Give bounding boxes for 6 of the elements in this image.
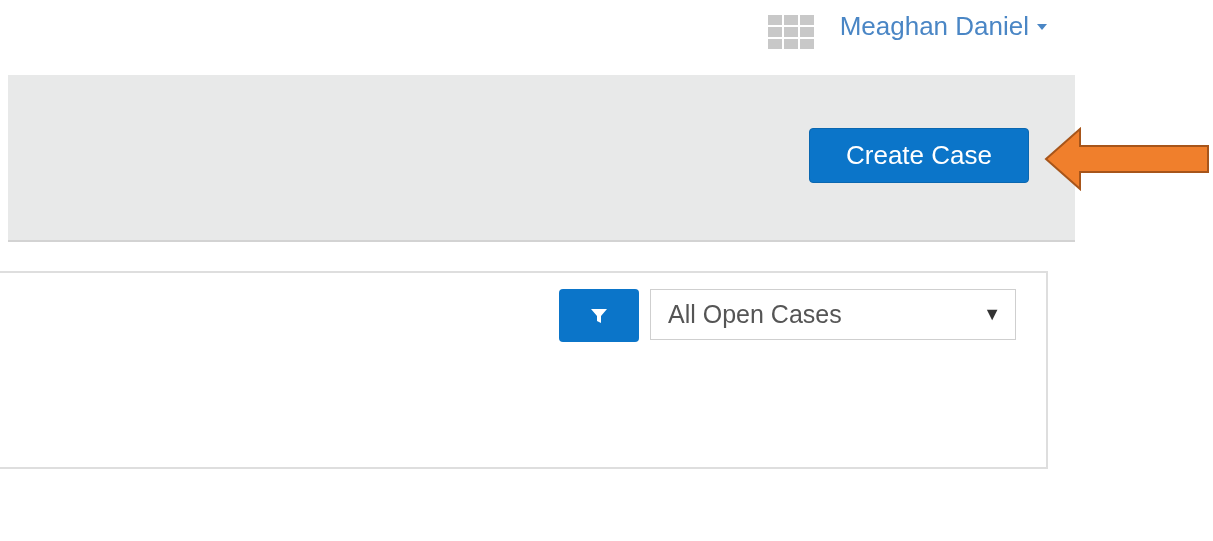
caret-icon — [1037, 23, 1047, 30]
user-menu[interactable]: Meaghan Daniel — [839, 11, 1047, 42]
filter-button[interactable] — [559, 289, 639, 342]
view-select[interactable]: All Open Cases ▼ — [650, 289, 1016, 340]
filter-icon — [590, 306, 608, 325]
create-case-button[interactable]: Create Case — [809, 128, 1029, 183]
